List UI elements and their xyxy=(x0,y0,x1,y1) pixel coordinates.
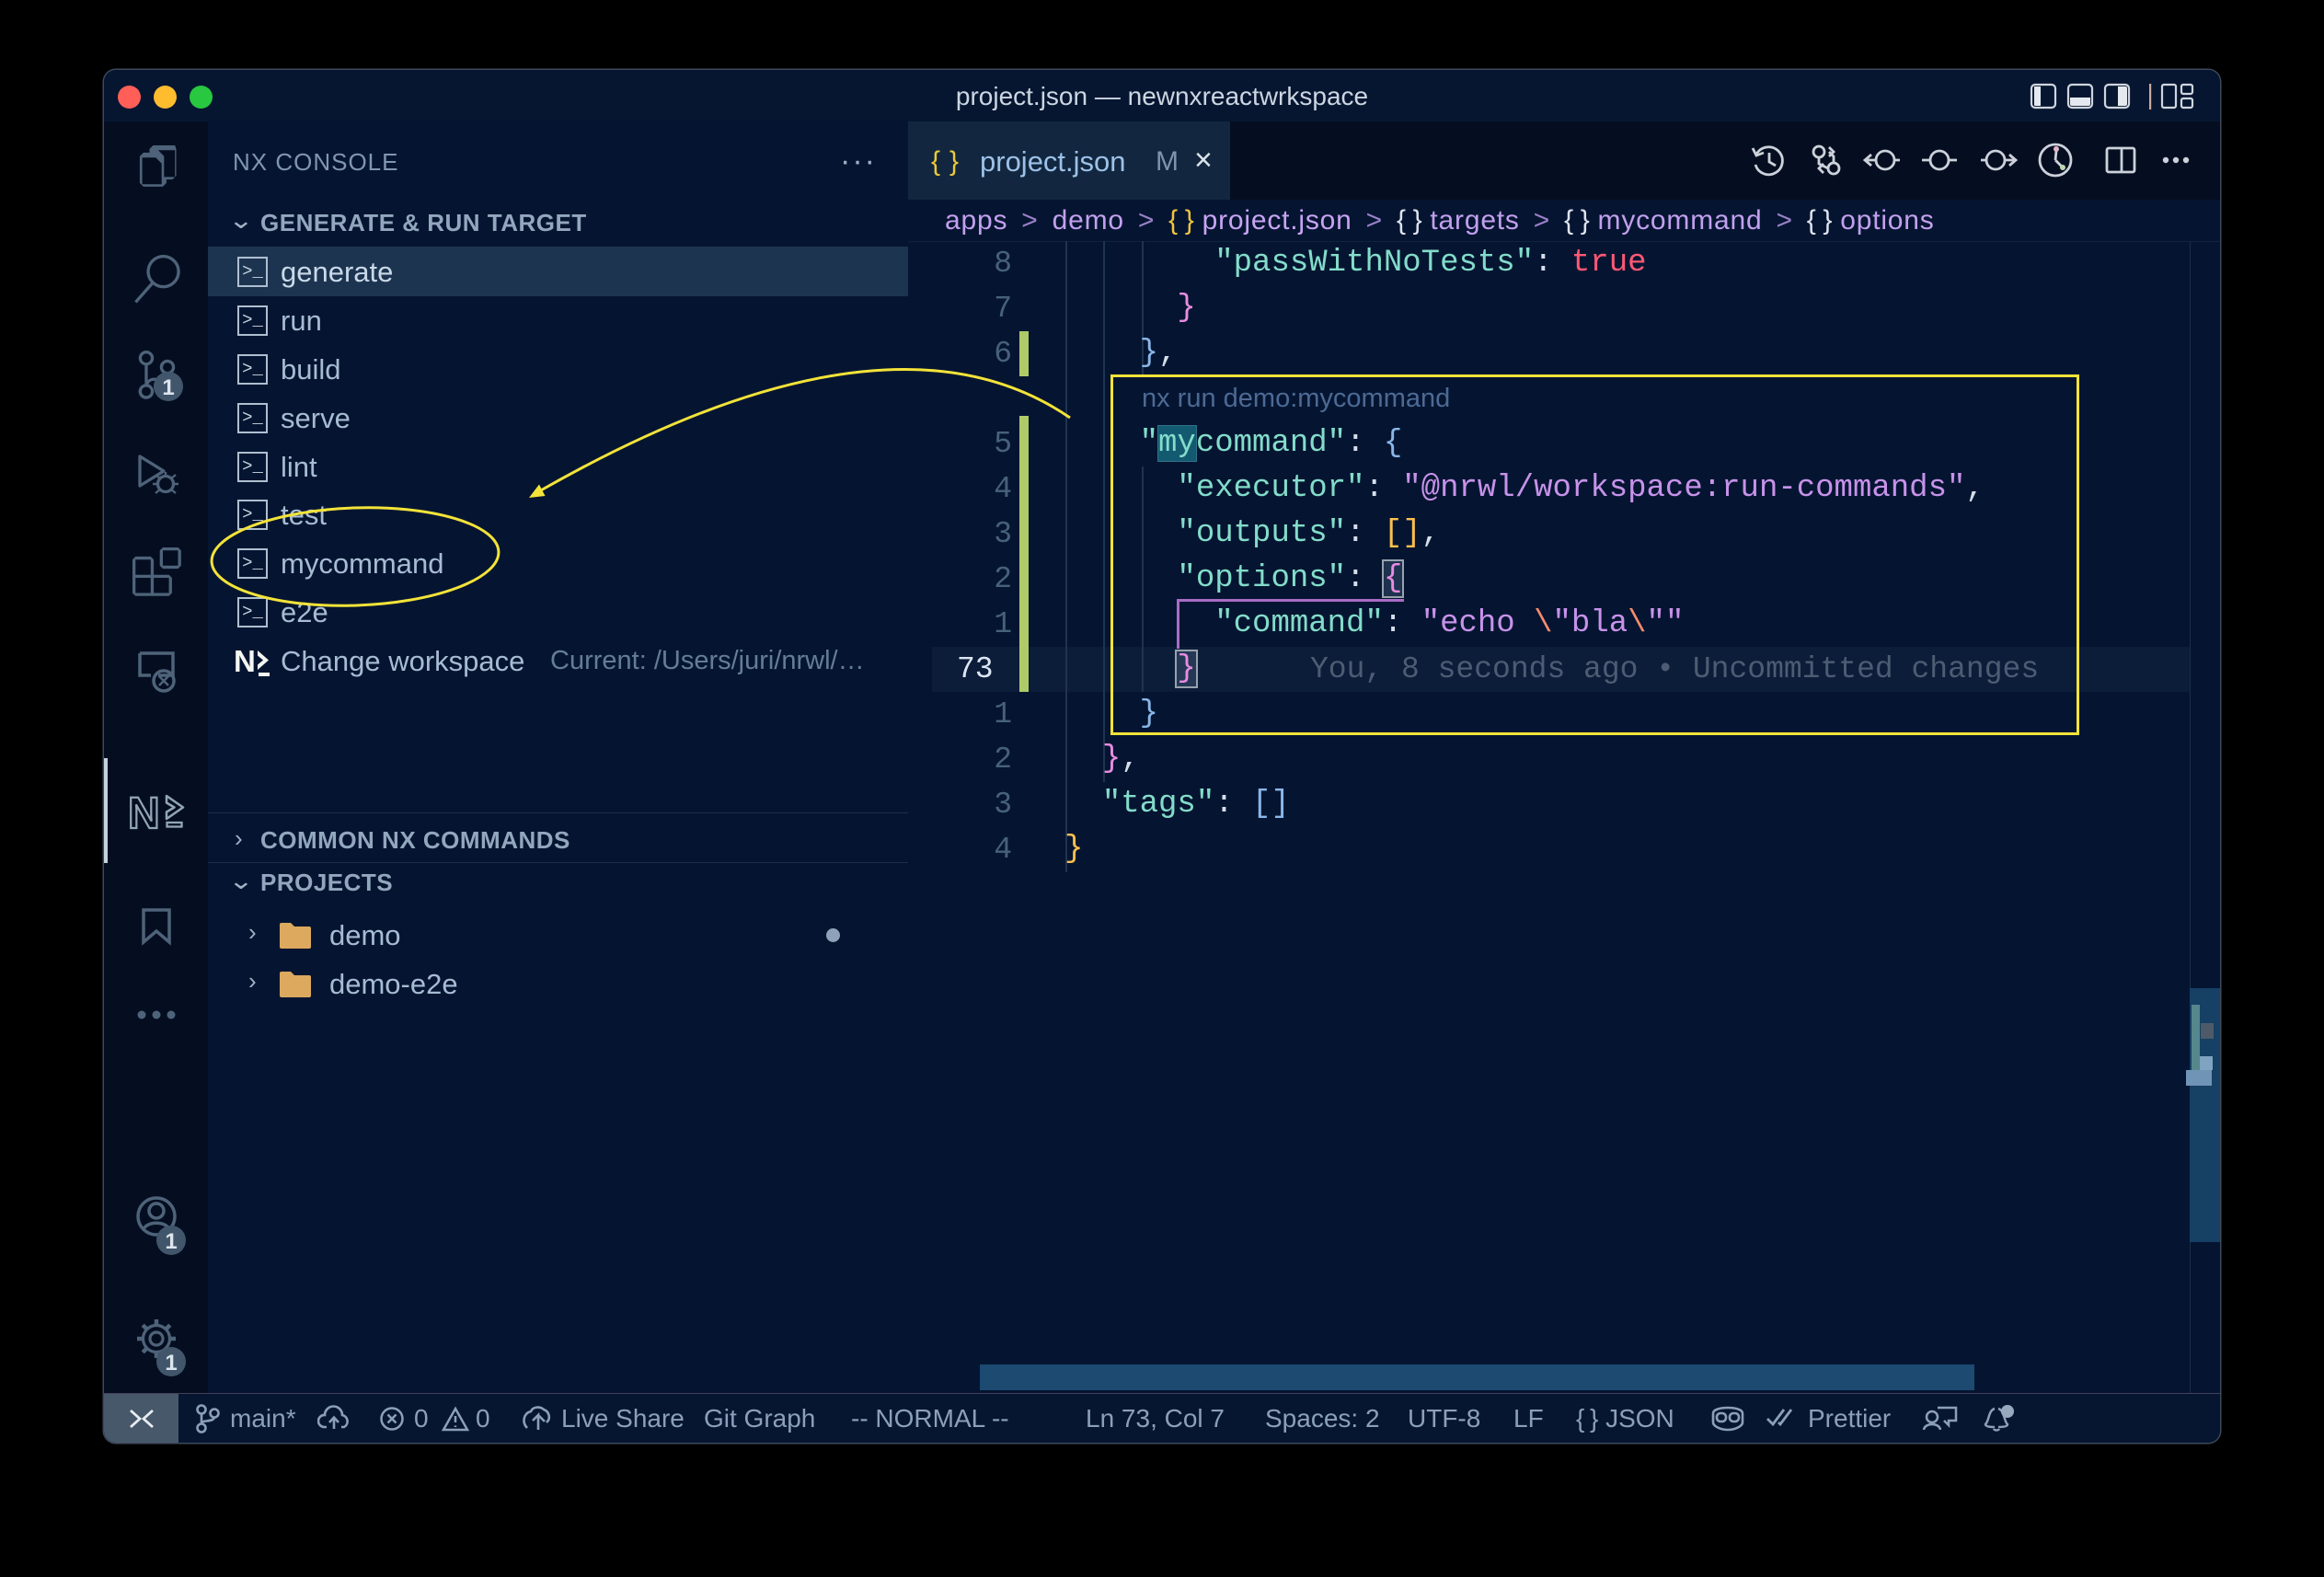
svg-text:1: 1 xyxy=(165,1229,177,1254)
svg-text:1: 1 xyxy=(165,1351,177,1376)
svg-text:N: N xyxy=(234,645,256,678)
svg-text:1: 1 xyxy=(162,375,174,400)
svg-text:N: N xyxy=(128,789,160,838)
